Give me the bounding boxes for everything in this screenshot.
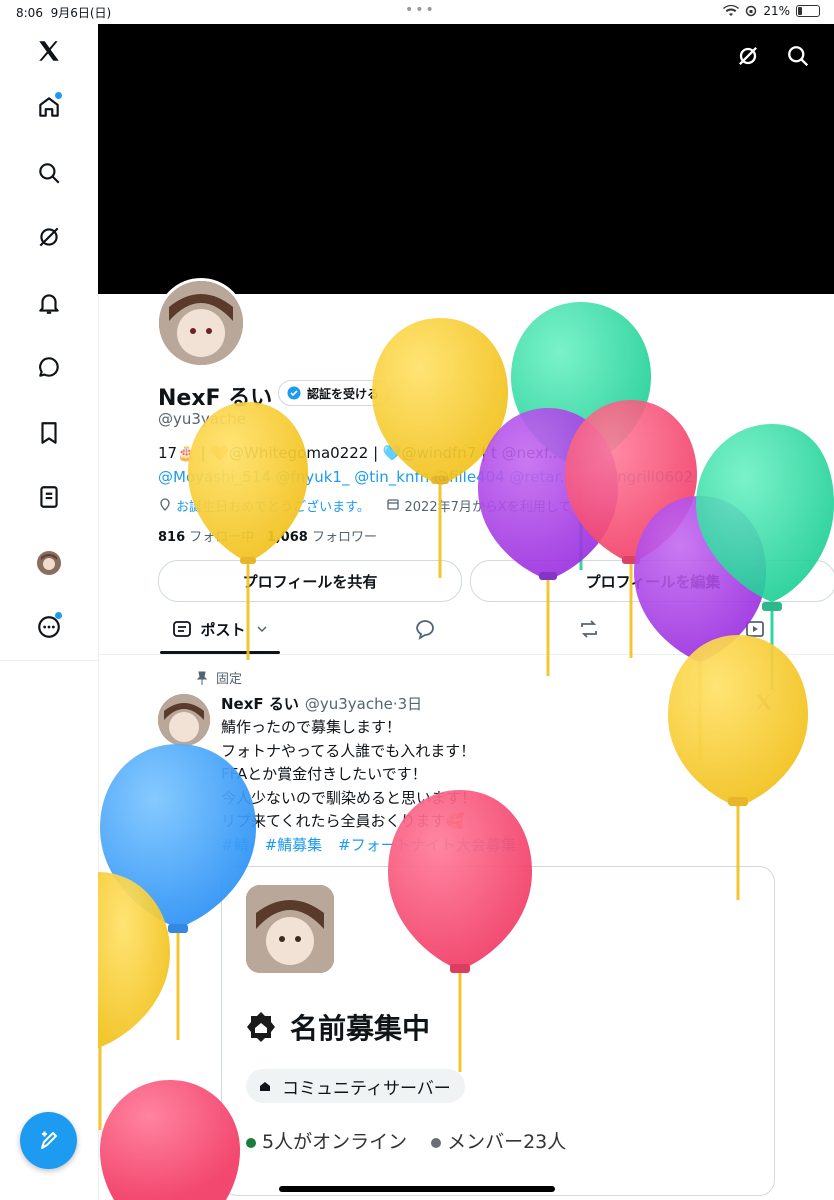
followers-label[interactable]: フォロワー xyxy=(312,530,377,545)
balloon xyxy=(100,1080,240,1200)
tab-replies[interactable] xyxy=(398,604,452,654)
invite-card[interactable]: 名前募集中 コミュニティサーバー 5人がオンライン メンバー23人 xyxy=(221,866,775,1196)
notifications-icon[interactable] xyxy=(24,278,74,328)
server-title: 名前募集中 xyxy=(244,1007,430,1047)
following-label[interactable]: フォロー中 xyxy=(189,530,254,545)
grok-icon[interactable] xyxy=(24,212,74,262)
notification-dot xyxy=(55,92,62,99)
tab-posts-label: ポスト xyxy=(200,620,246,639)
status-right: 21% xyxy=(723,4,820,18)
location-icon xyxy=(160,498,170,511)
server-type-label: コミュニティサーバー xyxy=(282,1078,451,1099)
online-count: 5人がオンライン xyxy=(246,1127,407,1154)
multitask-dots[interactable]: ••• xyxy=(405,2,436,18)
sidebar-nav xyxy=(0,24,99,1200)
followers-count[interactable]: 1,068 xyxy=(267,530,308,545)
pinned-indicator: 固定 xyxy=(196,668,242,687)
bio-line-2[interactable]: @Moyashi_514 @fnyuk1_ @tin_knfn @fille40… xyxy=(158,468,693,486)
tab-posts[interactable]: ポスト xyxy=(160,604,280,654)
profile-meta: お誕生日おめでとうございます。 2022年7月からXを利用しています xyxy=(158,496,610,515)
balloon xyxy=(511,302,651,570)
reply-icon xyxy=(416,620,434,640)
profile-handle: @yu3yache xyxy=(158,410,246,428)
messages-icon[interactable] xyxy=(24,342,74,392)
x-logo-icon xyxy=(756,694,772,710)
post-handle-time[interactable]: @yu3yache·3日 xyxy=(305,695,422,713)
compose-icon xyxy=(40,1131,57,1149)
hashtag-link[interactable]: #フォートナイト大会募集 xyxy=(338,834,516,855)
joined-date: 2022年7月からXを利用しています xyxy=(404,500,611,515)
post-text: 鯖作ったので募集します！ フォトナやってる人誰でも入れます！ FFAとか賞金付き… xyxy=(221,716,781,834)
verified-badge-icon xyxy=(287,386,301,400)
lists-icon[interactable] xyxy=(24,472,74,522)
battery-percent: 21% xyxy=(763,4,790,18)
chevron-down-icon xyxy=(256,626,267,633)
notification-dot xyxy=(55,612,62,619)
repost-icon xyxy=(581,620,597,638)
search-icon[interactable] xyxy=(784,42,812,70)
edit-profile-button[interactable]: プロフィールを編集 xyxy=(470,560,834,602)
profile-name: NexF るい xyxy=(158,386,273,411)
calendar-icon xyxy=(387,499,400,510)
server-icon-image xyxy=(246,885,334,973)
server-type-pill: コミュニティサーバー xyxy=(246,1069,465,1103)
birthday-text: お誕生日おめでとうございます。 xyxy=(176,500,370,515)
sidebar-divider xyxy=(0,660,98,661)
balloon xyxy=(98,872,170,1130)
verify-label: 認証を受ける xyxy=(307,386,380,401)
active-tab-underline xyxy=(160,651,280,654)
grok-icon[interactable] xyxy=(734,42,762,70)
search-icon[interactable] xyxy=(24,148,74,198)
server-name: 名前募集中 xyxy=(290,1012,431,1045)
post-author[interactable]: NexF るい xyxy=(221,695,299,713)
community-badge-icon xyxy=(247,1012,275,1042)
profile-avatar[interactable] xyxy=(24,538,74,588)
profile-avatar-large[interactable] xyxy=(156,278,246,368)
home-icon xyxy=(260,1082,270,1091)
posts-icon xyxy=(173,621,192,637)
home-icon[interactable] xyxy=(24,82,74,132)
bookmarks-icon[interactable] xyxy=(24,408,74,458)
post-line: フォトナやってる人誰でも入れます！ xyxy=(221,741,476,760)
verify-button[interactable]: 認証を受ける xyxy=(278,380,391,406)
compose-button[interactable] xyxy=(20,1112,77,1169)
status-bar: 8:06 9月6日(日) ••• 21% xyxy=(0,0,834,24)
hashtag-link[interactable]: #鯖募集 xyxy=(265,834,323,855)
post-hashtags: #鯖 #鯖募集 #フォートナイト大会募集 xyxy=(221,834,516,855)
share-profile-button[interactable]: プロフィールを共有 xyxy=(158,560,462,602)
status-time: 8:06 9月6日(日) xyxy=(16,6,112,20)
post-line: 鯖作ったので募集します！ xyxy=(221,718,402,736)
tab-reposts[interactable] xyxy=(562,604,616,654)
orientation-lock-icon xyxy=(746,5,757,17)
post-avatar[interactable] xyxy=(158,694,210,746)
post-line: 今人少ないので馴染めると思います！ xyxy=(221,788,477,807)
post-line: FFAとか賞金付きしたいです！ xyxy=(221,765,427,783)
follow-stats: 816 フォロー中 1,068 フォロワー xyxy=(158,526,377,545)
x-logo-icon[interactable] xyxy=(24,26,74,76)
bio-line-1: 17🎂 | 🧡@Whitegoma0222 | 🩵@windfn7 | t @n… xyxy=(158,444,563,462)
member-count: メンバー23人 xyxy=(431,1127,566,1154)
pin-icon xyxy=(196,671,208,685)
server-stats: 5人がオンライン メンバー23人 xyxy=(246,1127,566,1154)
more-icon[interactable] xyxy=(24,602,74,652)
battery-icon xyxy=(796,5,820,17)
following-count[interactable]: 816 xyxy=(158,530,185,545)
post-header: NexF るい @yu3yache·3日 xyxy=(221,693,422,714)
online-dot xyxy=(246,1137,256,1148)
member-dot xyxy=(431,1137,442,1148)
wifi-icon xyxy=(723,5,740,16)
tab-media[interactable] xyxy=(728,604,782,654)
profile-tabs: ポスト xyxy=(98,604,834,655)
pinned-label: 固定 xyxy=(216,672,243,687)
post-line: リプ来てくれたら全員おくります🥰 xyxy=(221,812,465,830)
media-icon xyxy=(746,621,764,637)
home-indicator[interactable] xyxy=(279,1186,555,1192)
profile-banner xyxy=(98,24,834,294)
hashtag-link[interactable]: #鯖 xyxy=(221,834,249,855)
